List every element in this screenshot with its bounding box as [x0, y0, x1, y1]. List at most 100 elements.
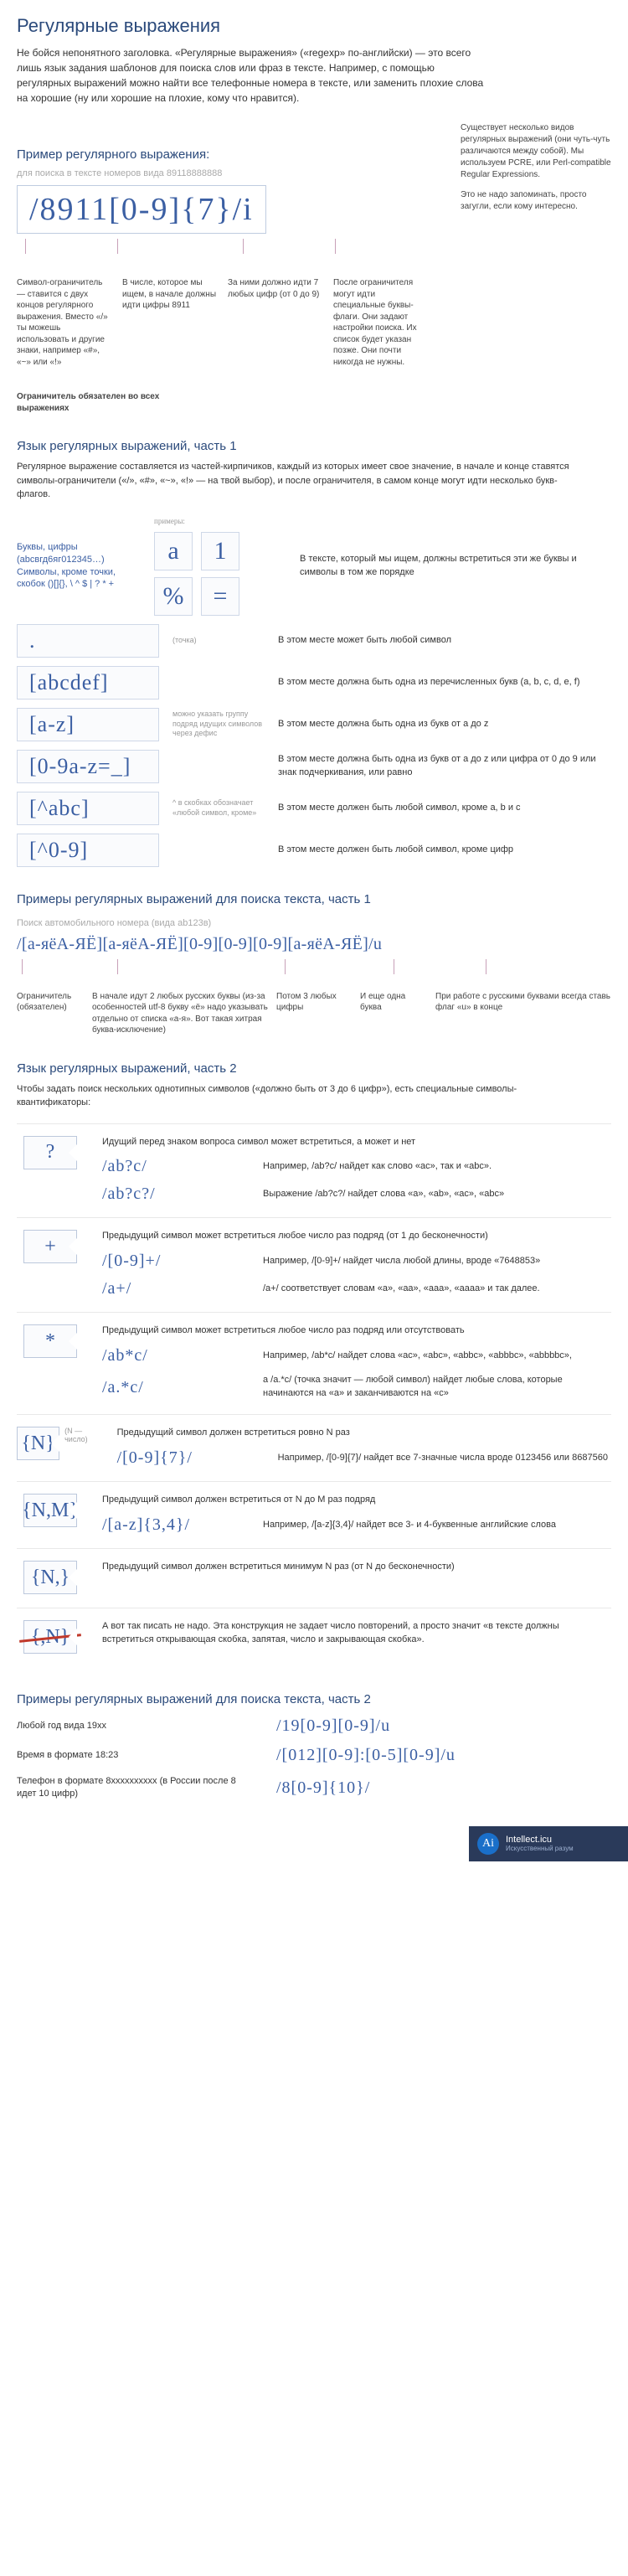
page-title: Регулярные выражения — [17, 15, 611, 37]
exA-regex: /[а-яёА-ЯЁ][а-яёА-ЯЁ][0-9][0-9][0-9][а-я… — [17, 935, 611, 954]
char-row: . (точка) В этом месте может быть любой си… — [17, 624, 611, 658]
char-row: [a-z] можно указать группу подряд идущих … — [17, 708, 611, 741]
quant-head: А вот так писать не надо. Эта конструкци… — [102, 1620, 611, 1654]
quant-regex: /ab*c/ — [102, 1346, 245, 1365]
char-desc: В этом месте должна быть одна из букв от… — [278, 718, 611, 730]
quant-regex: /[a-z]{3,4}/ — [102, 1515, 245, 1535]
exA-c2: В начале идут 2 любых русских буквы (из-… — [92, 991, 268, 1036]
lang1-heading: Язык регулярных выражений, часть 1 — [17, 439, 611, 453]
lang1-intro: Регулярное выражение составляется из час… — [17, 460, 586, 502]
footer-brand: Intellect.icu — [506, 1835, 552, 1845]
char-desc: В этом месте должен быть любой символ, к… — [278, 802, 611, 814]
intro-text: Не бойся непонятного заголовка. «Регуляр… — [17, 45, 486, 106]
quant-desc: Например, /[0-9]+/ найдет числа любой дл… — [263, 1255, 611, 1268]
example-row: Любой год вида 19хх/19[0-9][0-9]/u — [17, 1716, 611, 1736]
example1-regex: /8911[0-9]{7}/i — [17, 185, 266, 234]
quantifier-block: {N,M} Предыдущий символ должен встретитьс… — [17, 1481, 611, 1548]
example-regex: /[012][0-9]:[0-5][0-9]/u — [276, 1746, 456, 1765]
quantifier-block: {N} (N — число) Предыдущий символ должен в… — [17, 1414, 611, 1481]
char-row: [^abc] ^ в скобках обозначает «любой симв… — [17, 792, 611, 825]
example-label: Любой год вида 19хх — [17, 1720, 251, 1732]
char-box: [abcdef] — [17, 666, 159, 699]
quant-desc: Например, /[0-9]{7}/ найдет все 7-значны… — [278, 1452, 611, 1465]
char-note: ^ в скобках обозначает «любой символ, кр… — [172, 798, 265, 818]
footer: Ai Intellect.icu Искусственный разум — [469, 1826, 628, 1861]
quantifier-block: {,N} А вот так писать не надо. Эта констр… — [17, 1608, 611, 1667]
lang1-left-label: Буквы, цифры (abcвгд6яг012345…) Символы,… — [17, 541, 142, 591]
quant-desc: Например, /ab*c/ найдет слова «ac», «abc… — [263, 1350, 611, 1363]
char-note: можно указать группу подряд идущих симво… — [172, 710, 265, 739]
quant-regex: /ab?c/ — [102, 1157, 245, 1176]
example1-anno-2: В числе, которое мы ищем, в начале должн… — [122, 277, 216, 368]
quant-head: Предыдущий символ должен встретиться от … — [102, 1494, 611, 1507]
quant-regex: /[0-9]{7}/ — [117, 1448, 260, 1468]
quant-head: Предыдущий символ должен встретиться ров… — [117, 1427, 611, 1440]
quant-desc: а /a.*c/ (точка значит — любой символ) н… — [263, 1374, 611, 1401]
sym-percent: % — [154, 577, 193, 616]
char-desc: В этом месте должна быть одна из перечис… — [278, 676, 611, 689]
exB-heading: Примеры регулярных выражений для поиска … — [17, 1692, 611, 1706]
quant-desc: Выражение /ab?c?/ найдет слова «a», «ab»… — [263, 1188, 611, 1201]
side-note-2: Это не надо запоминать, просто загугли, … — [461, 189, 611, 213]
example-row: Время в формате 18:23 /[012][0-9]:[0-5][0… — [17, 1746, 611, 1765]
char-row: [^0-9] В этом месте должен быть любой сим… — [17, 834, 611, 867]
limiter-note: Ограничитель обязателен во всех выражени… — [17, 391, 184, 414]
sym-equals: = — [201, 577, 239, 616]
quant-desc: Например, /[a-z]{3,4}/ найдет все 3- и 4… — [263, 1519, 611, 1532]
example-regex: /19[0-9][0-9]/u — [276, 1716, 390, 1736]
char-desc: В этом месте должен быть любой символ, к… — [278, 844, 611, 856]
quant-desc: Например, /ab?c/ найдет как слово «ac», … — [263, 1160, 611, 1174]
example-label: Телефон в формате 8хххххххххх (в России … — [17, 1775, 251, 1801]
example1-anno-1: Символ-ограничитель — ставится с двух ко… — [17, 277, 111, 368]
quant-regex: /a.*c/ — [102, 1378, 245, 1397]
footer-sub: Искусственный разум — [506, 1845, 574, 1852]
lang1-row1-desc: В тексте, который мы ищем, должны встрет… — [300, 553, 611, 579]
char-row: [0-9a-z=_] В этом месте должна быть одна … — [17, 750, 611, 783]
examples-label: примеры: — [154, 517, 239, 525]
char-desc: В этом месте может быть любой символ — [278, 634, 611, 647]
footer-logo-icon: Ai — [477, 1833, 499, 1855]
example-row: Телефон в формате 8хххххххххх (в России … — [17, 1775, 611, 1801]
char-box: . — [17, 624, 159, 658]
exA-heading: Примеры регулярных выражений для поиска … — [17, 892, 611, 906]
quant-head: Предыдущий символ может встретиться любо… — [102, 1230, 611, 1243]
exA-label: Поиск автомобильного номера (вида аb123в… — [17, 918, 611, 928]
example1-subtitle: для поиска в тексте номеров вида 8911888… — [17, 168, 427, 178]
example-regex: /8[0-9]{10}/ — [276, 1778, 370, 1798]
example1-anno-4: После ограничителя могут идти специальны… — [333, 277, 427, 368]
quant-regex: /a+/ — [102, 1279, 245, 1298]
exA-c3: Потом 3 любых цифры — [276, 991, 352, 1036]
char-note: (точка) — [172, 636, 265, 646]
quantifier-block: + Предыдущий символ может встретиться люб… — [17, 1217, 611, 1312]
quant-head: Предыдущий символ должен встретиться мин… — [102, 1561, 611, 1594]
quant-symbol: {N,M} — [23, 1494, 77, 1527]
quant-symbol: ? — [23, 1136, 77, 1169]
sym-1: 1 — [201, 532, 239, 570]
example-label: Время в формате 18:23 — [17, 1749, 251, 1762]
quant-head: Идущий перед знаком вопроса символ может… — [102, 1136, 611, 1149]
quantifier-block: ? Идущий перед знаком вопроса символ може… — [17, 1123, 611, 1218]
quant-symbol: + — [23, 1230, 77, 1263]
lang2-intro: Чтобы задать поиск нескольких однотипных… — [17, 1082, 586, 1110]
lang2-heading: Язык регулярных выражений, часть 2 — [17, 1061, 611, 1076]
quant-desc: /a+/ соответствует словам «a», «aa», «aa… — [263, 1283, 611, 1296]
example1-heading: Пример регулярного выражения: — [17, 147, 427, 162]
quantifier-block: {N,} Предыдущий символ должен встретиться… — [17, 1548, 611, 1608]
quant-symbol: {N} — [17, 1427, 59, 1460]
quant-head: Предыдущий символ может встретиться любо… — [102, 1324, 611, 1338]
char-box: [0-9a-z=_] — [17, 750, 159, 783]
char-desc: В этом месте должна быть одна из букв от… — [278, 753, 611, 779]
char-box: [^0-9] — [17, 834, 159, 867]
char-box: [a-z] — [17, 708, 159, 741]
quant-regex: /[0-9]+/ — [102, 1252, 245, 1271]
exA-c1: Ограничитель (обязателен) — [17, 991, 84, 1036]
exA-c5: При работе с русскими буквами всегда ста… — [435, 991, 611, 1036]
char-row: [abcdef] В этом месте должна быть одна из… — [17, 666, 611, 699]
quant-symbol: {,N} — [23, 1620, 77, 1654]
quant-symbol: * — [23, 1324, 77, 1358]
quant-symbol: {N,} — [23, 1561, 77, 1594]
exA-c4: И еще одна буква — [360, 991, 427, 1036]
sym-a: a — [154, 532, 193, 570]
quant-note: (N — число) — [64, 1427, 98, 1443]
char-box: [^abc] — [17, 792, 159, 825]
